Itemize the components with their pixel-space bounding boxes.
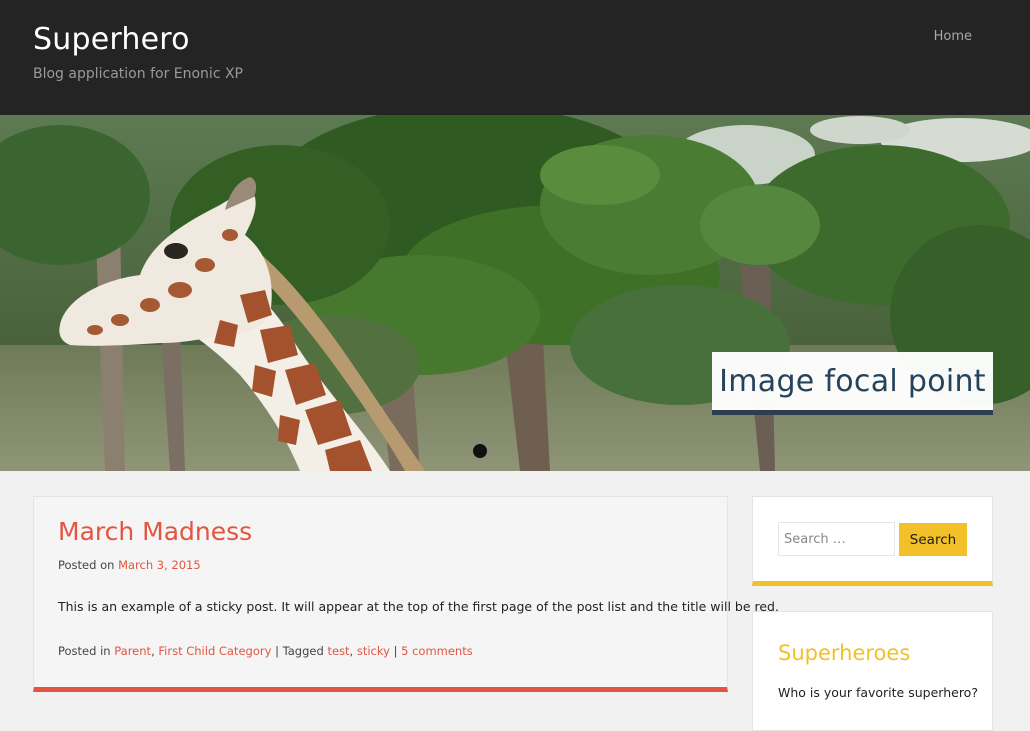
posted-on-label: Posted on <box>58 558 115 572</box>
meta-separator: | <box>393 644 398 658</box>
search-button[interactable]: Search <box>899 523 967 556</box>
tagged-label: Tagged <box>282 644 324 658</box>
posted-in-label: Posted in <box>58 644 111 658</box>
search-input[interactable] <box>778 522 895 556</box>
tag-link-sticky[interactable]: sticky <box>357 644 390 658</box>
post-title[interactable]: March Madness <box>58 517 252 546</box>
post-excerpt: This is an example of a sticky post. It … <box>58 599 779 614</box>
site-header: Superhero Blog application for Enonic XP… <box>0 0 1030 115</box>
post-footer: Posted in Parent, First Child Category |… <box>58 644 473 658</box>
site-description: Blog application for Enonic XP <box>33 66 243 82</box>
hero-caption: Image focal point <box>719 363 986 399</box>
post-date-link[interactable]: March 3, 2015 <box>118 558 201 572</box>
hero-caption-box: Image focal point <box>712 352 993 415</box>
meta-separator: | <box>275 644 279 658</box>
category-link-first-child[interactable]: First Child Category <box>158 644 271 658</box>
nav-home-link[interactable]: Home <box>934 29 972 44</box>
widget-title: Superheroes <box>778 641 911 665</box>
slider-dot-active[interactable] <box>473 444 487 458</box>
post-card: March Madness Posted on March 3, 2015 Th… <box>33 496 779 692</box>
tag-link-test[interactable]: test <box>327 644 349 658</box>
post-meta: Posted on March 3, 2015 <box>58 558 201 572</box>
hero-image <box>0 115 1030 471</box>
site-title[interactable]: Superhero <box>33 22 190 57</box>
comments-link[interactable]: 5 comments <box>401 644 473 658</box>
tag-separator: , <box>349 644 354 658</box>
hero-slider: Image focal point <box>0 115 1030 471</box>
category-link-parent[interactable]: Parent <box>114 644 151 658</box>
widget-text: Who is your favorite superhero? <box>778 685 978 700</box>
superheroes-widget: Superheroes Who is your favorite superhe… <box>752 611 993 731</box>
search-widget: Search <box>752 496 993 586</box>
category-separator: , <box>151 644 155 658</box>
